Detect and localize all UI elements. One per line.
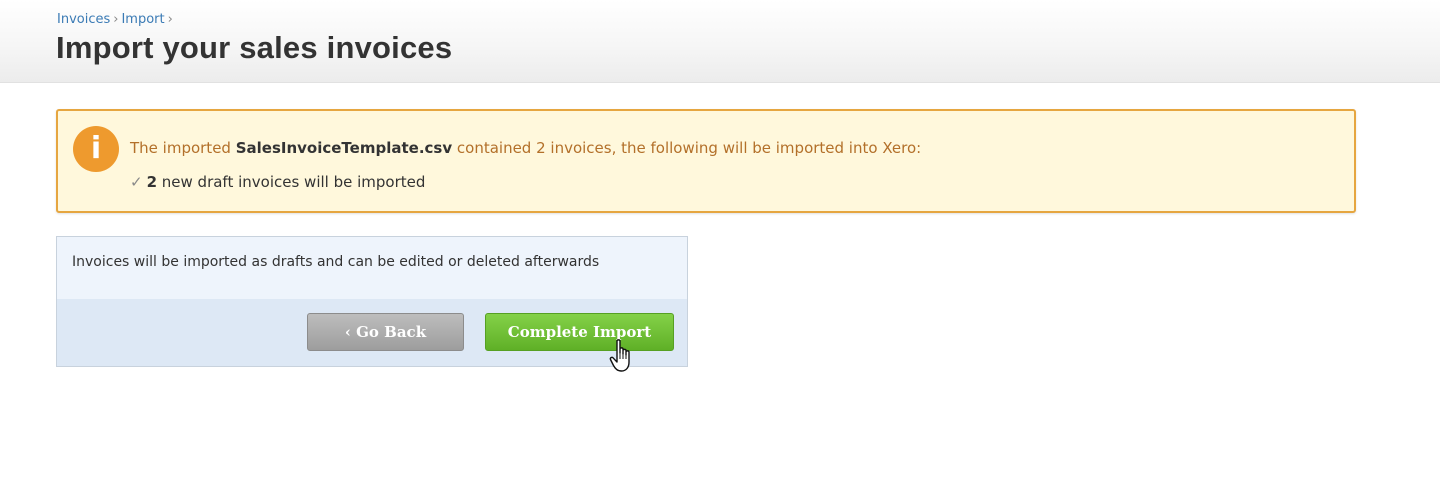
go-back-button[interactable]: ‹ Go Back [307, 313, 464, 351]
page-header: Invoices › Import › Import your sales invoi… [0, 0, 1440, 83]
breadcrumb: Invoices › Import › [57, 12, 176, 27]
import-confirm-panel: Invoices will be imported as drafts and … [56, 236, 688, 367]
info-icon: i [73, 126, 119, 172]
notice-filename: SalesInvoiceTemplate.csv [235, 139, 453, 157]
notice-summary-text: The imported SalesInvoiceTemplate.csv co… [130, 139, 921, 157]
complete-import-button[interactable]: Complete Import [485, 313, 674, 351]
import-summary-notice: i The imported SalesInvoiceTemplate.csv … [56, 109, 1356, 213]
panel-description: Invoices will be imported as drafts and … [72, 254, 600, 270]
page-title: Import your sales invoices [56, 30, 453, 65]
panel-button-bar: ‹ Go Back Complete Import [57, 299, 687, 366]
check-icon: ✓ [130, 173, 143, 191]
notice-result-count: 2 [146, 173, 158, 191]
breadcrumb-separator: › [113, 12, 119, 27]
notice-text-prefix: The imported [130, 139, 236, 157]
notice-result-text: new draft invoices will be imported [157, 173, 426, 191]
breadcrumb-import-link[interactable]: Import [121, 12, 164, 27]
hand-pointer-cursor-icon [609, 339, 630, 372]
notice-text-suffix: contained 2 invoices, the following will… [452, 139, 922, 157]
breadcrumb-separator: › [167, 12, 173, 27]
notice-result-line: ✓ 2 new draft invoices will be imported [130, 173, 425, 191]
breadcrumb-invoices-link[interactable]: Invoices [57, 12, 110, 27]
